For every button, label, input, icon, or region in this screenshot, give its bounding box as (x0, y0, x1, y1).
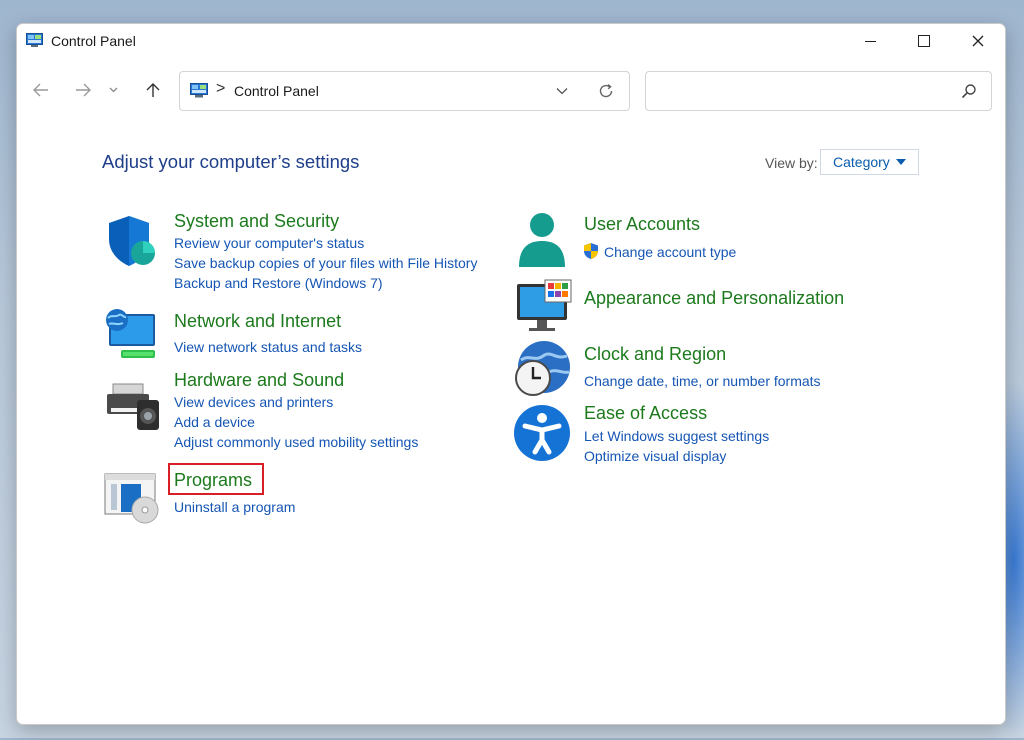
link-change-date-time-formats[interactable]: Change date, time, or number formats (584, 373, 821, 389)
up-button[interactable] (139, 76, 167, 104)
back-arrow-icon (33, 83, 48, 97)
view-by-label: View by: (765, 155, 818, 171)
close-button[interactable] (955, 24, 1001, 58)
user-icon (519, 213, 565, 267)
link-change-account-type[interactable]: Change account type (604, 244, 736, 260)
link-backup-restore[interactable]: Backup and Restore (Windows 7) (174, 275, 383, 291)
network-globe-icon (106, 309, 155, 358)
minimize-button[interactable] (847, 24, 893, 58)
shield-icon (109, 216, 155, 266)
recent-locations-button[interactable] (105, 76, 121, 104)
caret-down-icon (896, 159, 906, 165)
printer-speaker-icon (107, 383, 159, 430)
link-review-computer-status[interactable]: Review your computer's status (174, 235, 364, 251)
breadcrumb-separator[interactable]: > (216, 80, 225, 98)
window-title: Control Panel (51, 33, 136, 49)
forward-arrow-icon (76, 83, 91, 97)
control-panel-icon (26, 33, 43, 47)
clock-globe-icon (515, 341, 570, 396)
category-system-and-security[interactable]: System and Security (174, 211, 339, 232)
control-panel-icon (190, 83, 208, 98)
page-title: Adjust your computer’s settings (102, 151, 360, 172)
link-view-network-status[interactable]: View network status and tasks (174, 339, 362, 355)
link-view-devices-printers[interactable]: View devices and printers (174, 394, 333, 410)
uac-shield-icon (584, 243, 598, 259)
refresh-button[interactable] (596, 81, 616, 101)
chevron-down-icon (556, 88, 568, 95)
view-by-value: Category (833, 154, 890, 170)
link-uninstall-program[interactable]: Uninstall a program (174, 499, 295, 515)
accessibility-icon (514, 405, 570, 461)
refresh-icon (599, 83, 613, 98)
programs-disc-icon (104, 473, 159, 524)
monitor-palette-icon (517, 279, 572, 331)
category-appearance-and-personalization[interactable]: Appearance and Personalization (584, 288, 844, 309)
chevron-down-icon (109, 87, 117, 93)
back-button[interactable] (27, 76, 55, 104)
link-add-device[interactable]: Add a device (174, 414, 255, 430)
maximize-button[interactable] (901, 24, 947, 58)
link-mobility-settings[interactable]: Adjust commonly used mobility settings (174, 434, 418, 450)
control-panel-window: Control Panel > Control Panel Adjust you… (16, 23, 1006, 725)
link-let-windows-suggest[interactable]: Let Windows suggest settings (584, 428, 769, 444)
category-network-and-internet[interactable]: Network and Internet (174, 311, 341, 332)
search-icon (961, 84, 976, 99)
category-ease-of-access[interactable]: Ease of Access (584, 403, 707, 424)
close-icon (972, 35, 984, 47)
navigation-bar: > Control Panel (17, 70, 1005, 111)
address-bar[interactable]: > Control Panel (179, 71, 630, 111)
minimize-icon (864, 40, 876, 42)
link-file-history-backup[interactable]: Save backup copies of your files with Fi… (174, 255, 477, 271)
maximize-icon (918, 35, 930, 47)
breadcrumb-control-panel[interactable]: Control Panel (234, 83, 319, 99)
category-hardware-and-sound[interactable]: Hardware and Sound (174, 370, 344, 391)
programs-highlight-box (168, 463, 264, 495)
title-bar: Control Panel (17, 24, 1005, 58)
view-by-dropdown[interactable]: Category (820, 149, 919, 175)
up-arrow-icon (146, 83, 160, 97)
forward-button[interactable] (69, 76, 97, 104)
category-user-accounts[interactable]: User Accounts (584, 214, 700, 235)
address-dropdown-button[interactable] (554, 82, 570, 100)
link-optimize-visual-display[interactable]: Optimize visual display (584, 448, 726, 464)
category-clock-and-region[interactable]: Clock and Region (584, 344, 726, 365)
search-input[interactable] (645, 71, 992, 111)
